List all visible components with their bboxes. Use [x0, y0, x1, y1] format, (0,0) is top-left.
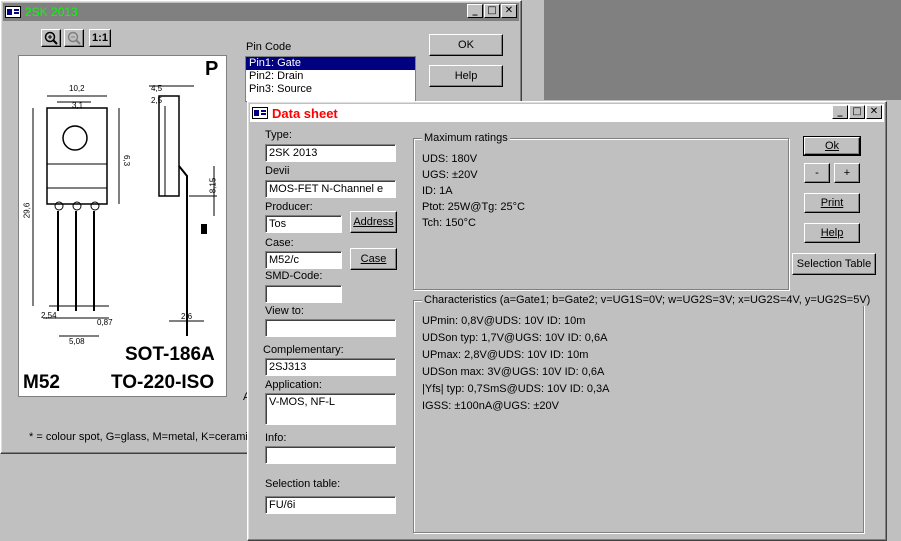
list-item[interactable]: Pin1: Gate — [246, 57, 415, 70]
complementary-label: Complementary: — [263, 344, 344, 356]
rating-line: UGS: ±20V — [422, 169, 478, 181]
address-button-label: Address — [353, 216, 394, 228]
dim-label: 2,6 — [181, 312, 193, 321]
selection-table-button[interactable]: Selection Table — [792, 253, 876, 275]
smd-field[interactable] — [265, 285, 342, 303]
case-field[interactable]: M52/c — [265, 251, 342, 269]
characteristic-line: UPmin: 0,8V@UDS: 10V ID: 10m — [422, 315, 586, 327]
characteristic-line: UDSon max: 3V@UGS: 10V ID: 0,6A — [422, 366, 605, 378]
complementary-field[interactable]: 2SJ313 — [265, 358, 396, 376]
datasheet-title: Data sheet — [272, 105, 338, 121]
help-button-label: Help — [820, 227, 844, 239]
main-window-title: 2SK 2013 — [25, 5, 78, 19]
minimize-icon[interactable]: _ — [467, 4, 483, 18]
producer-label: Producer: — [265, 201, 313, 213]
rating-line: Tch: 150°C — [422, 217, 476, 229]
dim-label: 10,2 — [69, 84, 85, 93]
characteristic-line: UPmax: 2,8V@UDS: 10V ID: 10m — [422, 349, 589, 361]
characteristic-line: IGSS: ±100nA@UGS: ±20V — [422, 400, 559, 412]
maximize-icon[interactable]: □ — [484, 4, 500, 18]
package-name-2: TO-220-ISO — [111, 372, 215, 393]
zoom-out-icon — [67, 31, 81, 45]
print-button-label: Print — [820, 197, 844, 209]
devii-field[interactable]: MOS-FET N-Channel e — [265, 180, 396, 198]
help-button[interactable]: Help — [429, 65, 503, 87]
close-icon[interactable]: ✕ — [866, 105, 882, 119]
type-label: Type: — [265, 129, 292, 141]
close-icon[interactable]: ✕ — [501, 4, 517, 18]
main-titlebar[interactable]: 2SK 2013 _ □ ✕ — [3, 3, 519, 21]
package-code: M52 — [23, 372, 60, 393]
dim-label: 3,1 — [72, 101, 84, 110]
zoom-minus-button[interactable]: - — [804, 163, 830, 183]
dim-label: 29,6 — [22, 202, 32, 219]
datasheet-titlebar[interactable]: Data sheet _ □ ✕ — [250, 104, 884, 122]
dim-label: 8,15 — [208, 177, 218, 194]
dim-label: 2,5 — [151, 96, 163, 105]
viewto-label: View to: — [265, 305, 304, 317]
maximize-icon[interactable]: □ — [849, 105, 865, 119]
characteristics-group: Characteristics (a=Gate1; b=Gate2; v=UG1… — [413, 294, 873, 533]
case-label: Case: — [265, 237, 294, 249]
dim-label: 4,5 — [151, 84, 163, 93]
selection-table-label: Selection table: — [265, 478, 341, 490]
zoom-in-button[interactable] — [41, 29, 61, 47]
rating-line: UDS: 180V — [422, 153, 478, 165]
application-field[interactable]: V-MOS, NF-L — [265, 393, 396, 425]
case-button[interactable]: Case — [350, 248, 397, 270]
dim-label: 0,87 — [97, 318, 113, 327]
ok-button[interactable]: OK — [429, 34, 503, 56]
dim-label: 5,08 — [69, 337, 85, 346]
dim-label: 6,3 — [122, 154, 132, 167]
info-field[interactable] — [265, 446, 396, 464]
type-field[interactable]: 2SK 2013 — [265, 144, 396, 162]
list-item[interactable]: Pin3: Source — [246, 83, 415, 96]
selection-table-field[interactable]: FU/6i — [265, 496, 396, 514]
smd-label: SMD-Code: — [265, 270, 323, 282]
dim-label: 2,54 — [41, 311, 57, 320]
devii-label: Devii — [265, 165, 290, 177]
maximum-ratings-group: Maximum ratings UDS: 180V UGS: ±20V ID: … — [413, 132, 789, 290]
pin-list[interactable]: Pin1: Gate Pin2: Drain Pin3: Source — [245, 56, 416, 102]
app-icon — [5, 6, 21, 18]
desktop-background — [544, 0, 901, 100]
pin-code-label: Pin Code — [246, 41, 292, 53]
rating-line: Ptot: 25W@Tg: 25°C — [422, 201, 525, 213]
characteristics-title: Characteristics (a=Gate1; b=Gate2; v=UG1… — [422, 294, 873, 306]
list-item[interactable]: Pin2: Drain — [246, 70, 415, 83]
characteristic-line: |Yfs| typ: 0,7SmS@UDS: 10V ID: 0,3A — [422, 383, 610, 395]
rating-line: ID: 1A — [422, 185, 453, 197]
application-label: Application: — [265, 379, 322, 391]
package-drawing: P 10,2 3,1 4,5 2,5 6,3 8,15 29,6 2,54 0,… — [18, 55, 227, 397]
footnote: * = colour spot, G=glass, M=metal, K=cer… — [29, 431, 257, 443]
app-icon — [252, 107, 268, 119]
package-name-1: SOT-186A — [125, 344, 215, 365]
producer-field[interactable]: Tos — [265, 215, 342, 233]
maximum-ratings-title: Maximum ratings — [422, 132, 510, 144]
help-button[interactable]: Help — [804, 223, 860, 243]
corner-letter: P — [205, 58, 219, 80]
characteristic-line: UDSon typ: 1,7V@UGS: 10V ID: 0,6A — [422, 332, 608, 344]
address-button[interactable]: Address — [350, 211, 397, 233]
ok-button-label: Ok — [824, 140, 840, 152]
print-button[interactable]: Print — [804, 193, 860, 213]
info-label: Info: — [265, 432, 287, 444]
datasheet-window: Data sheet _ □ ✕ Type: 2SK 2013 Devii MO… — [247, 101, 887, 541]
case-button-label: Case — [360, 253, 387, 265]
zoom-out-button[interactable] — [64, 29, 84, 47]
viewto-field[interactable] — [265, 319, 396, 337]
ok-button[interactable]: Ok — [803, 136, 861, 156]
zoom-reset-button[interactable]: 1:1 — [89, 29, 111, 47]
zoom-plus-button[interactable]: + — [834, 163, 860, 183]
zoom-in-icon — [44, 31, 58, 45]
minimize-icon[interactable]: _ — [832, 105, 848, 119]
